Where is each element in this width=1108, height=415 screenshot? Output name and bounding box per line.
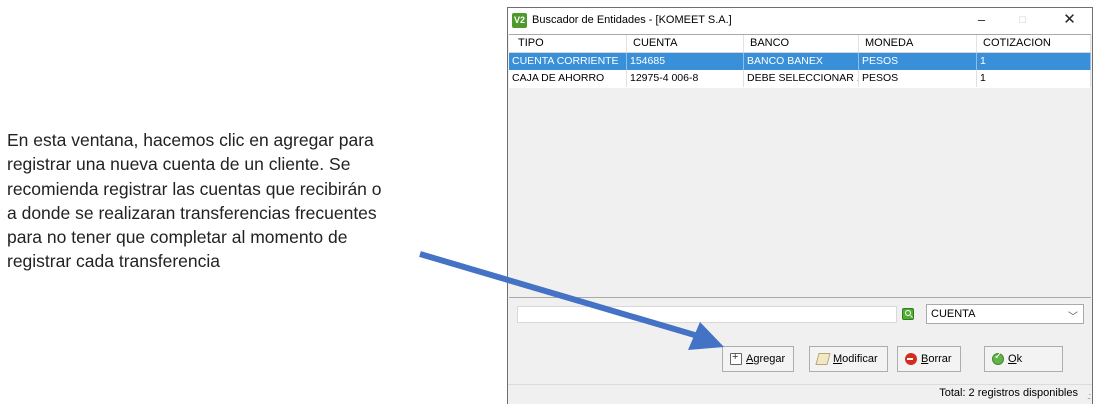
cell-cotizacion: 1 xyxy=(977,53,1091,70)
accounts-grid[interactable]: TIPO CUENTA BANCO MONEDA COTIZACION CUEN… xyxy=(509,34,1091,298)
entity-search-window: V2 Buscador de Entidades - [KOMEET S.A.]… xyxy=(507,7,1093,404)
record-count-status: Total: 2 registros disponibles xyxy=(939,387,1078,399)
maximize-button[interactable]: □ xyxy=(1004,8,1041,34)
modify-button[interactable]: Modificar xyxy=(809,346,888,372)
checkmark-icon xyxy=(992,351,1004,365)
cell-cuenta: 12975-4 006-8 xyxy=(627,70,744,87)
add-button-label: Agregar xyxy=(746,353,786,365)
table-row[interactable]: CAJA DE AHORRO 12975-4 006-8 DEBE SELECC… xyxy=(509,70,1091,87)
app-icon: V2 xyxy=(512,13,527,28)
chevron-down-icon: ﹀ xyxy=(1068,312,1078,323)
instruction-caption: En esta ventana, hacemos clic en agregar… xyxy=(7,130,382,272)
search-input[interactable] xyxy=(517,306,897,323)
search-field-select[interactable]: CUENTA ﹀ xyxy=(926,304,1084,324)
status-bar: Total: 2 registros disponibles .: xyxy=(508,384,1092,404)
table-row-selected[interactable]: CUENTA CORRIENTE 154685 BANCO BANEX PESO… xyxy=(509,53,1091,70)
column-header-cuenta[interactable]: CUENTA xyxy=(627,35,744,52)
edit-icon xyxy=(815,353,831,365)
add-icon xyxy=(730,351,742,365)
ok-button-label: Ok xyxy=(1008,353,1023,365)
title-bar: V2 Buscador de Entidades - [KOMEET S.A.]… xyxy=(508,8,1092,34)
grid-header: TIPO CUENTA BANCO MONEDA COTIZACION xyxy=(509,35,1091,53)
ok-button[interactable]: Ok xyxy=(984,346,1063,372)
window-title: Buscador de Entidades - [KOMEET S.A.] xyxy=(532,14,732,26)
column-header-cotizacion[interactable]: COTIZACION xyxy=(977,35,1091,52)
cell-tipo: CAJA DE AHORRO xyxy=(509,70,627,87)
cell-cuenta: 154685 xyxy=(627,53,744,70)
search-field-value: CUENTA xyxy=(931,308,976,320)
add-button[interactable]: Agregar xyxy=(722,346,794,372)
column-header-moneda[interactable]: MONEDA xyxy=(859,35,977,52)
cell-banco: BANCO BANEX xyxy=(744,53,859,70)
delete-button-label: Borrar xyxy=(921,353,952,365)
column-header-banco[interactable]: BANCO xyxy=(744,35,859,52)
grid-row-divider xyxy=(509,87,1091,88)
minimize-button[interactable]: – xyxy=(963,8,1000,34)
resize-grip-icon[interactable]: .: xyxy=(1087,391,1091,401)
cell-moneda: PESOS xyxy=(859,53,977,70)
delete-button[interactable]: Borrar xyxy=(897,346,961,372)
delete-icon xyxy=(905,353,917,365)
cell-tipo: CUENTA CORRIENTE xyxy=(509,53,627,70)
search-icon[interactable] xyxy=(902,308,914,320)
cell-banco: DEBE SELECCIONAR ... xyxy=(744,70,859,87)
cell-cotizacion: 1 xyxy=(977,70,1091,87)
modify-button-label: Modificar xyxy=(833,353,878,365)
close-button[interactable]: ✕ xyxy=(1051,8,1088,34)
cell-moneda: PESOS xyxy=(859,70,977,87)
column-header-tipo[interactable]: TIPO xyxy=(509,35,627,52)
